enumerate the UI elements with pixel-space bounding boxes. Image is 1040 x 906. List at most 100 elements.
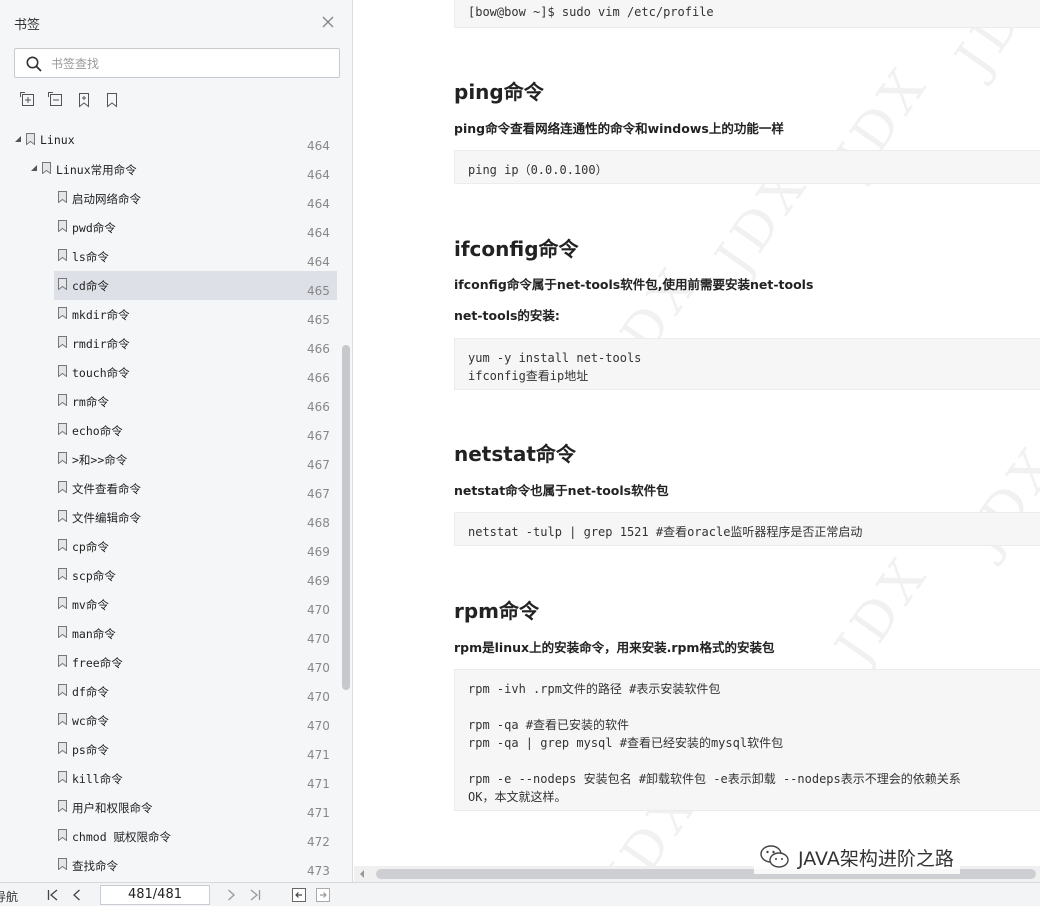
bookmark-page-number: 464: [307, 168, 330, 182]
bookmark-icon: [58, 481, 67, 493]
bookmark-label: 文件查看命令: [72, 482, 141, 496]
expand-caret-icon[interactable]: [30, 164, 38, 172]
bookmark-label: 文件编辑命令: [72, 511, 141, 525]
last-page-icon[interactable]: [248, 888, 262, 902]
bookmark-item[interactable]: rm命令 466: [0, 387, 337, 416]
first-page-icon[interactable]: [46, 888, 60, 902]
bookmark-item[interactable]: ps命令 471: [0, 735, 337, 764]
next-page-icon[interactable]: [224, 888, 238, 902]
bookmark-item[interactable]: df命令 470: [0, 677, 337, 706]
bookmark-icon: [58, 626, 67, 638]
bookmark-item[interactable]: Linux常用命令 464: [0, 155, 337, 184]
bookmark-icon: [42, 162, 51, 174]
bookmark-page-number: 469: [307, 574, 330, 588]
bookmark-label: Linux: [40, 133, 75, 147]
bookmark-page-number: 464: [307, 197, 330, 211]
bookmark-page-number: 472: [307, 835, 330, 849]
bookmark-label: mv命令: [72, 598, 109, 612]
code-block: rpm -ivh .rpm文件的路径 #表示安装软件包 rpm -qa #查看已…: [454, 669, 1040, 811]
bookmark-icon: [58, 394, 67, 406]
add-bookmark-icon[interactable]: [76, 92, 92, 108]
bookmark-page-number: 467: [307, 487, 330, 501]
bookmark-icon: [58, 829, 67, 841]
bookmark-label: ps命令: [72, 743, 109, 757]
sidebar-scroll-thumb[interactable]: [342, 345, 350, 690]
expand-all-icon[interactable]: [20, 92, 36, 108]
go-forward-icon[interactable]: [316, 888, 330, 902]
previous-page-icon[interactable]: [70, 888, 84, 902]
bookmark-label: echo命令: [72, 424, 123, 438]
bookmark-page-number: 471: [307, 806, 330, 820]
bookmark-search: [14, 48, 340, 78]
bookmark-label: scp命令: [72, 569, 116, 583]
bookmark-item[interactable]: >和>>命令 467: [0, 445, 337, 474]
bookmark-item[interactable]: pwd命令 464: [0, 213, 337, 242]
bookmark-label: wc命令: [72, 714, 109, 728]
bookmark-item[interactable]: 文件查看命令 467: [0, 474, 337, 503]
heading-netstat: netstat命令: [454, 442, 576, 466]
go-back-icon[interactable]: [292, 888, 306, 902]
bookmark-icon[interactable]: [104, 92, 120, 108]
bookmark-item[interactable]: cd命令 465: [0, 271, 337, 300]
bookmark-label: Linux常用命令: [56, 163, 137, 177]
bookmark-item[interactable]: mkdir命令 465: [0, 300, 337, 329]
close-icon[interactable]: [318, 12, 338, 32]
bookmark-page-number: 466: [307, 400, 330, 414]
bookmark-icon: [58, 365, 67, 377]
paragraph: ifconfig命令属于net-tools软件包,使用前需要安装net-tool…: [454, 277, 814, 292]
bookmark-page-number: 469: [307, 545, 330, 559]
bookmark-page-number: 473: [307, 864, 330, 878]
bookmark-item[interactable]: cp命令 469: [0, 532, 337, 561]
bookmark-item[interactable]: 查找命令 473: [0, 851, 337, 880]
bookmark-tree: Linux 464 Linux常用命令 464 启动网络命令 464 pwd命令 464 ls命…: [0, 126, 337, 880]
expand-caret-icon[interactable]: [14, 135, 22, 143]
bookmark-page-number: 464: [307, 139, 330, 153]
bookmark-panel: 书签 Linux 464 Linux常用命令 464 启动网络命令 464 pwd命令 464: [0, 0, 353, 882]
bookmark-item[interactable]: Linux 464: [0, 126, 337, 155]
page-number-input[interactable]: 481/481: [100, 885, 210, 905]
bookmark-icon: [58, 771, 67, 783]
bookmark-page-number: 464: [307, 255, 330, 269]
bookmark-item[interactable]: 文件编辑命令 468: [0, 503, 337, 532]
code-block: [bow@bow ~]$ sudo vim /etc/profile: [454, 0, 1040, 28]
bookmark-item[interactable]: mv命令 470: [0, 590, 337, 619]
bookmark-label: cp命令: [72, 540, 109, 554]
brand-watermark: JAVA架构进阶之路: [754, 840, 960, 874]
bookmark-label: pwd命令: [72, 221, 116, 235]
scroll-left-icon[interactable]: [358, 870, 366, 878]
collapse-all-icon[interactable]: [48, 92, 64, 108]
bookmark-icon: [58, 539, 67, 551]
bookmark-item[interactable]: 启动网络命令 464: [0, 184, 337, 213]
bookmark-item[interactable]: scp命令 469: [0, 561, 337, 590]
bookmark-item[interactable]: rmdir命令 466: [0, 329, 337, 358]
bookmark-item[interactable]: echo命令 467: [0, 416, 337, 445]
bookmark-label: >和>>命令: [72, 453, 128, 467]
bookmark-item[interactable]: man命令 470: [0, 619, 337, 648]
bookmark-icon: [58, 452, 67, 464]
heading-rpm: rpm命令: [454, 599, 540, 623]
bookmark-item[interactable]: wc命令 470: [0, 706, 337, 735]
bookmark-label: chmod 赋权限命令: [72, 830, 172, 844]
code-block: yum -y install net-tools ifconfig查看ip地址: [454, 338, 1040, 390]
bookmark-icon: [58, 800, 67, 812]
bookmark-label: rm命令: [72, 395, 109, 409]
wechat-icon: [760, 845, 789, 868]
bookmark-icon: [58, 510, 67, 522]
bookmark-label: cd命令: [72, 279, 109, 293]
bookmark-label: mkdir命令: [72, 308, 130, 322]
bookmark-page-number: 468: [307, 516, 330, 530]
bookmark-item[interactable]: chmod 赋权限命令 472: [0, 822, 337, 851]
bookmark-page-number: 467: [307, 458, 330, 472]
search-input[interactable]: [51, 54, 331, 74]
heading-ping: ping命令: [454, 80, 544, 104]
bookmark-item[interactable]: kill命令 471: [0, 764, 337, 793]
watermark: JDX: [824, 544, 942, 676]
bookmark-label: 启动网络命令: [72, 192, 141, 206]
bookmark-item[interactable]: free命令 470: [0, 648, 337, 677]
bookmark-item[interactable]: touch命令 466: [0, 358, 337, 387]
bookmark-icon: [58, 220, 67, 232]
bookmark-label: ls命令: [72, 250, 109, 264]
bookmark-item[interactable]: ls命令 464: [0, 242, 337, 271]
bookmark-item[interactable]: 用户和权限命令 471: [0, 793, 337, 822]
bookmark-icon: [58, 278, 67, 290]
